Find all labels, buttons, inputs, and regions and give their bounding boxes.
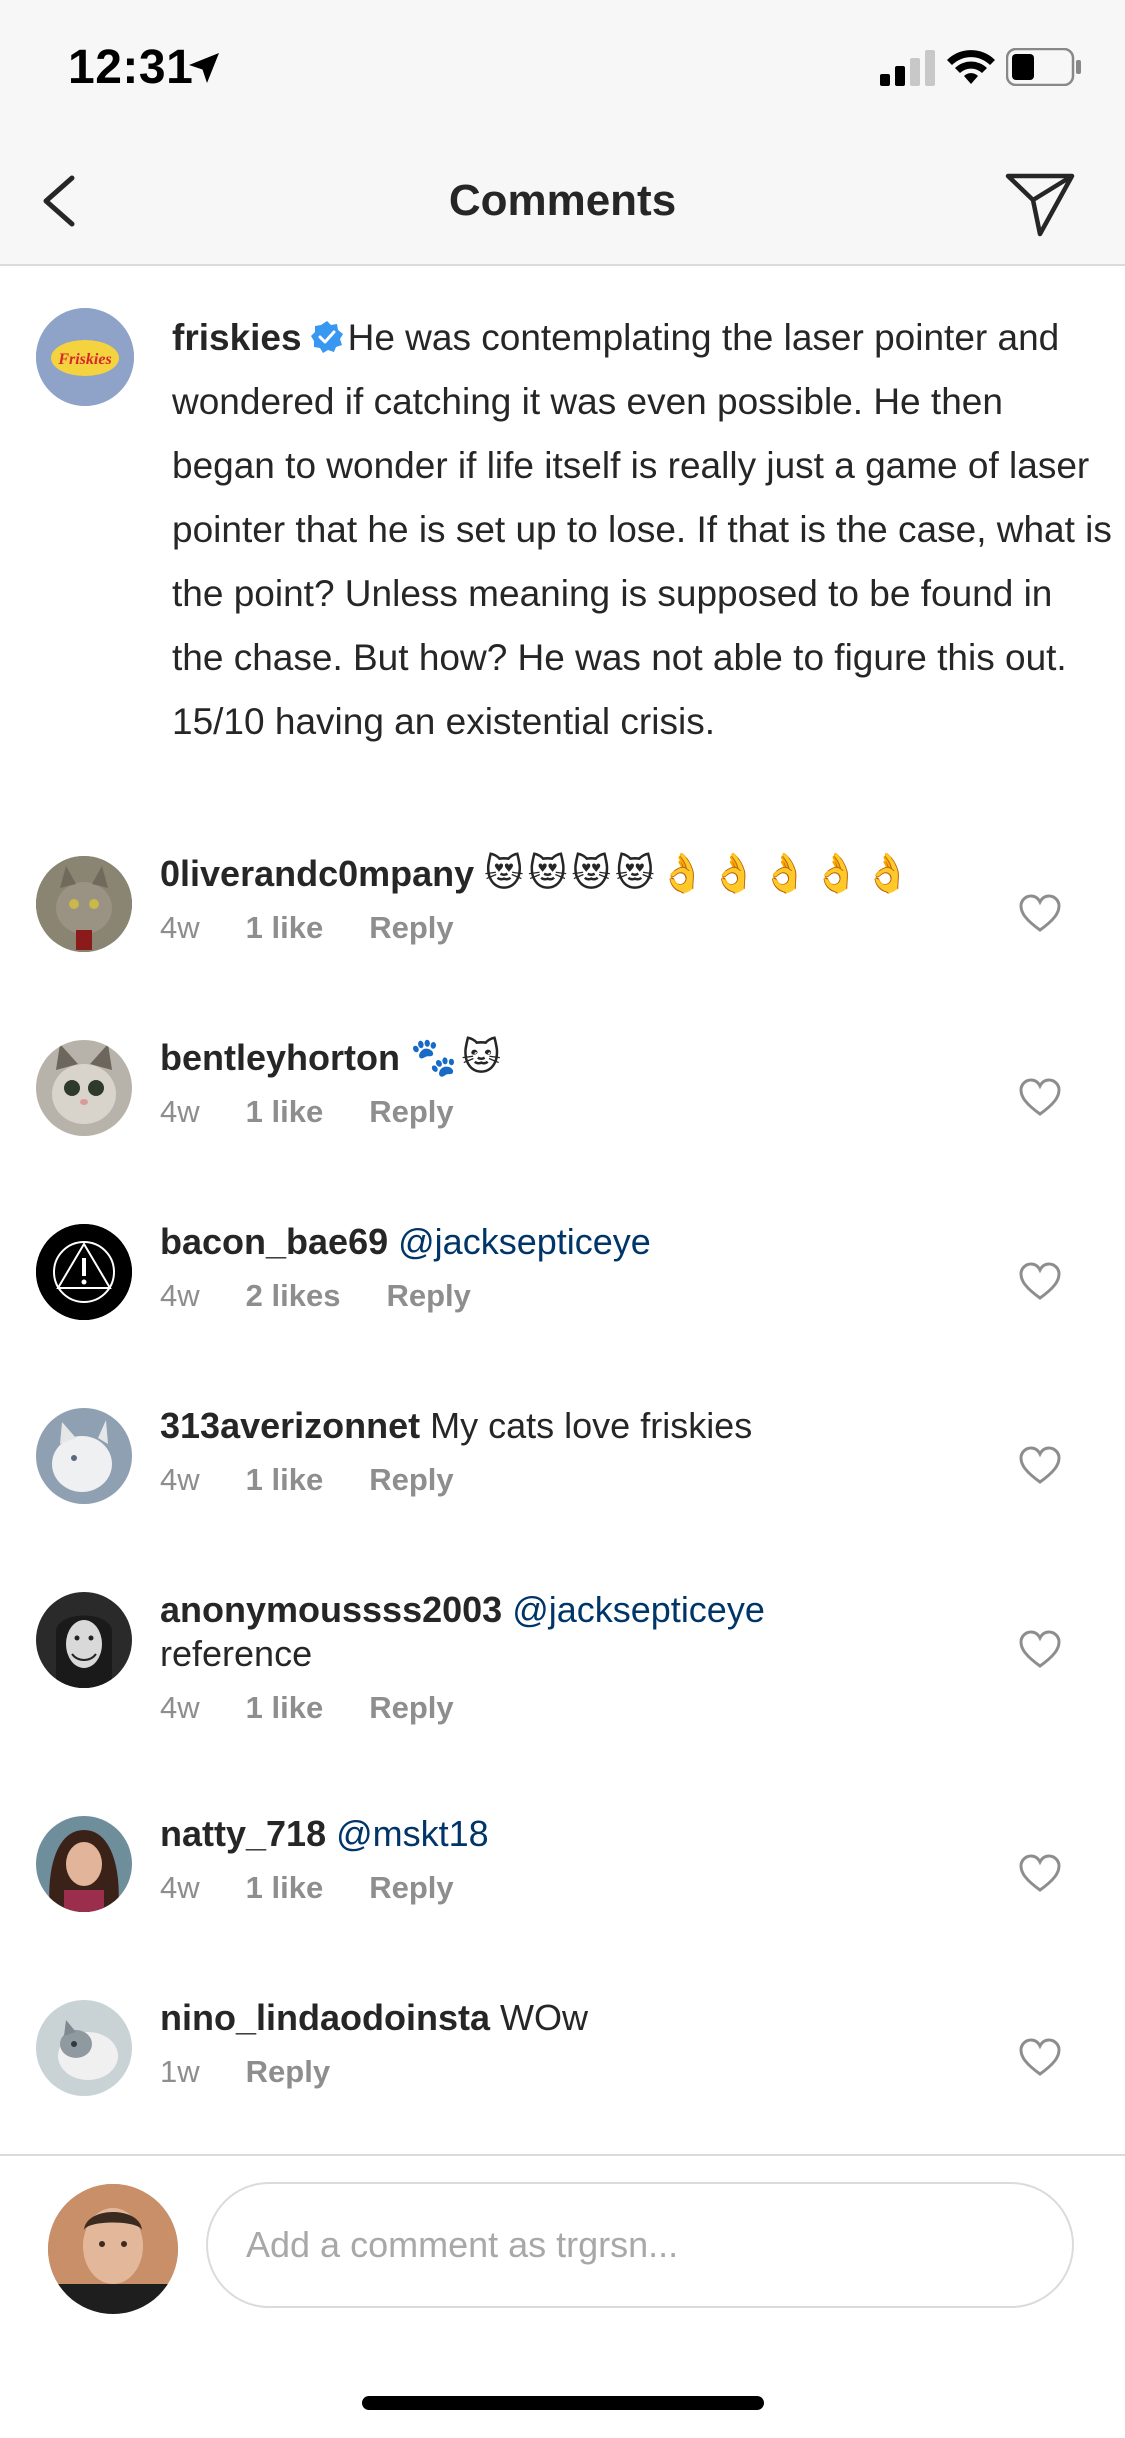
verified-badge-icon xyxy=(310,321,343,353)
comment-body: natty_718 @mskt18 4w 1 like Reply xyxy=(160,1812,980,1906)
caption-username[interactable]: friskies xyxy=(172,317,302,358)
wifi-icon xyxy=(947,50,995,84)
heart-icon[interactable] xyxy=(1018,1076,1062,1120)
reply-button[interactable]: Reply xyxy=(369,1094,453,1129)
comment-mention[interactable]: @mskt18 xyxy=(336,1813,489,1854)
comment-body: nino_lindaodoinsta WOw 1w Reply xyxy=(160,1996,980,2090)
avatar[interactable] xyxy=(36,1408,132,1504)
reply-button[interactable]: Reply xyxy=(369,1690,453,1725)
heart-icon[interactable] xyxy=(1018,892,1062,936)
caption-body: He was contemplating the laser pointer a… xyxy=(172,317,1112,742)
heart-icon[interactable] xyxy=(1018,1444,1062,1488)
nav-bar: Comments xyxy=(0,140,1125,266)
comment-text: reference xyxy=(160,1633,313,1674)
comment-likes[interactable]: 1 like xyxy=(246,1690,324,1725)
location-arrow-icon xyxy=(189,53,219,83)
status-bar: 12:31 xyxy=(0,0,1125,140)
avatar[interactable] xyxy=(36,2000,132,2096)
cellular-signal-icon xyxy=(880,50,935,86)
friskies-avatar[interactable]: Friskies xyxy=(36,308,134,406)
comment-username[interactable]: nino_lindaodoinsta xyxy=(160,1997,490,2038)
friskies-logo: Friskies xyxy=(36,308,134,406)
comment-body: 313averizonnet My cats love friskies 4w 1… xyxy=(160,1404,980,1498)
direct-send-icon[interactable] xyxy=(1000,162,1080,242)
comment-mention[interactable]: @jacksepticeye xyxy=(398,1221,651,1262)
comment-body: bacon_bae69 @jacksepticeye 4w 2 likes Repl… xyxy=(160,1220,980,1314)
comment-username[interactable]: natty_718 xyxy=(160,1813,326,1854)
page-title: Comments xyxy=(448,176,677,225)
heart-icon[interactable] xyxy=(1018,2036,1062,2080)
svg-text:Friskies: Friskies xyxy=(57,351,111,368)
comment-age: 4w xyxy=(160,1462,200,1497)
comment-likes[interactable]: 2 likes xyxy=(246,1278,341,1313)
comment-likes[interactable]: 1 like xyxy=(246,1870,324,1905)
comment-username[interactable]: anonymoussss2003 xyxy=(160,1589,502,1630)
kitten-avatar-image xyxy=(36,1040,132,1136)
status-time: 12:31 xyxy=(68,41,194,94)
comment-likes[interactable]: 1 like xyxy=(246,1462,324,1497)
user-photo xyxy=(48,2184,178,2314)
white-cat-avatar-image xyxy=(36,1408,132,1504)
comment-body: 0liverandc0mpany 😻😻😻😻👌👌👌👌👌 4w 1 like Reply xyxy=(160,852,980,946)
woman-avatar-image xyxy=(36,1816,132,1912)
avatar[interactable] xyxy=(36,1040,132,1136)
comment-text: WOw xyxy=(500,1997,588,2038)
home-indicator[interactable] xyxy=(362,2396,764,2410)
reply-button[interactable]: Reply xyxy=(369,1870,453,1905)
heart-icon[interactable] xyxy=(1018,1260,1062,1304)
reply-button[interactable]: Reply xyxy=(386,1278,470,1313)
cat-avatar-image xyxy=(36,856,132,952)
avatar[interactable] xyxy=(36,856,132,952)
comment-text: My cats love friskies xyxy=(430,1405,753,1446)
comment-age: 4w xyxy=(160,1870,200,1905)
comment-age: 4w xyxy=(160,910,200,945)
comment-username[interactable]: 313averizonnet xyxy=(160,1405,420,1446)
grey-cat-avatar-image xyxy=(36,2000,132,2096)
comment-age: 4w xyxy=(160,1094,200,1129)
triangle-logo-avatar xyxy=(36,1224,132,1320)
heart-icon[interactable] xyxy=(1018,1852,1062,1896)
comment-body: anonymoussss2003 @jacksepticeye reference… xyxy=(160,1588,980,1726)
comment-emoji: 🐾🐱 xyxy=(410,1037,505,1079)
battery-icon xyxy=(1006,48,1081,86)
mask-avatar-image xyxy=(36,1592,132,1688)
comment-age: 4w xyxy=(160,1278,200,1313)
avatar[interactable] xyxy=(36,1592,132,1688)
comment-age: 4w xyxy=(160,1690,200,1725)
reply-button[interactable]: Reply xyxy=(246,2054,330,2089)
comment-likes[interactable]: 1 like xyxy=(246,1094,324,1129)
reply-button[interactable]: Reply xyxy=(369,1462,453,1497)
heart-icon[interactable] xyxy=(1018,1628,1062,1672)
comment-emoji: 😻😻😻😻👌👌👌👌👌 xyxy=(484,853,916,895)
comment-username[interactable]: 0liverandc0mpany xyxy=(160,853,474,894)
comment-mention[interactable]: @jacksepticeye xyxy=(512,1589,765,1630)
avatar[interactable] xyxy=(36,1224,132,1320)
reply-button[interactable]: Reply xyxy=(369,910,453,945)
current-user-avatar xyxy=(48,2184,178,2314)
comment-username[interactable]: bentleyhorton xyxy=(160,1037,400,1078)
comment-age: 1w xyxy=(160,2054,200,2089)
comment-input[interactable] xyxy=(206,2182,1074,2308)
comment-body: bentleyhorton 🐾🐱 4w 1 like Reply xyxy=(160,1036,980,1130)
comment-likes[interactable]: 1 like xyxy=(246,910,324,945)
comment-username[interactable]: bacon_bae69 xyxy=(160,1221,388,1262)
avatar[interactable] xyxy=(36,1816,132,1912)
caption-text: friskies He was contemplating the laser p… xyxy=(172,306,1112,754)
